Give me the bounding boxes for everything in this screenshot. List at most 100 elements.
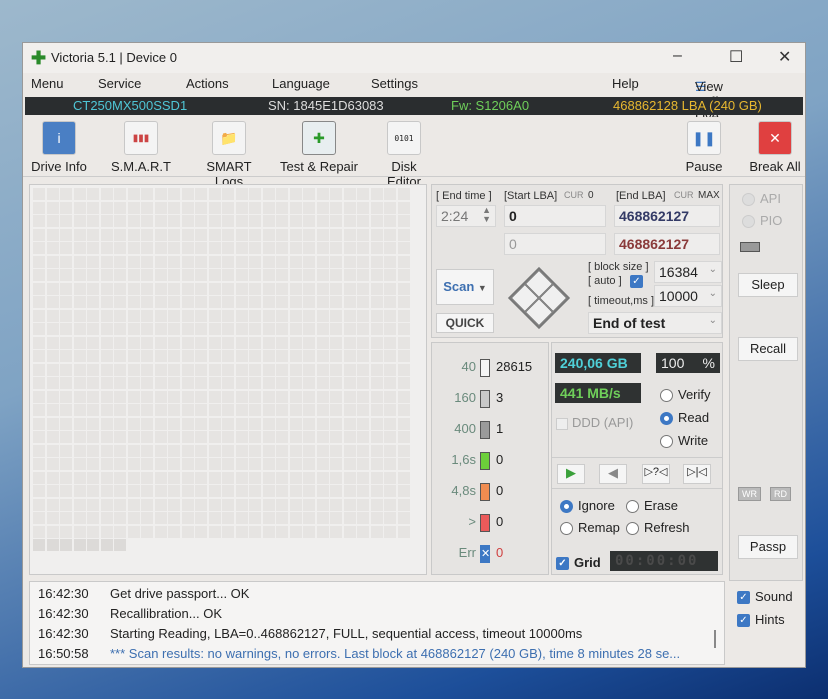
break-all-button[interactable]: ✕ Break All <box>747 121 803 174</box>
passport-button[interactable]: Passp <box>738 535 798 559</box>
log-scrollbar[interactable] <box>714 630 716 648</box>
side-panel: API PIO Sleep Recall WR RD Passp <box>729 184 803 581</box>
map-block <box>303 323 315 335</box>
map-block <box>195 336 207 349</box>
repair-erase-radio[interactable]: Erase <box>626 498 678 514</box>
end-max-button[interactable]: MAX <box>698 190 720 201</box>
map-block <box>343 296 356 308</box>
map-block <box>168 498 180 511</box>
sound-checkbox[interactable]: ✓ Sound <box>737 589 793 605</box>
map-block <box>208 498 221 511</box>
map-block <box>127 228 140 241</box>
end-lba-input[interactable]: 468862127 <box>614 205 720 227</box>
mode-read-radio[interactable]: Read <box>660 410 709 426</box>
smart-button[interactable]: ▮▮▮ S.M.A.R.T <box>109 121 173 174</box>
minimize-button[interactable]: – <box>673 47 682 65</box>
map-block <box>114 404 126 416</box>
repair-refresh-radio[interactable]: Refresh <box>626 520 690 536</box>
map-block <box>73 404 86 416</box>
map-block <box>289 269 302 281</box>
map-block <box>262 323 275 335</box>
recall-button[interactable]: Recall <box>738 337 798 361</box>
map-block <box>73 471 86 484</box>
map-block <box>87 350 99 362</box>
maximize-button[interactable]: ☐ <box>729 47 743 67</box>
disk-editor-button[interactable]: 0101 Disk Editor <box>373 121 435 189</box>
pio-radio[interactable]: PIO <box>742 213 782 229</box>
hints-checkbox[interactable]: ✓ Hints <box>737 612 785 628</box>
block-size-select[interactable]: 16384 ⌄ <box>654 261 722 283</box>
pause-button[interactable]: ❚❚ Pause <box>679 121 729 174</box>
mode-verify-radio[interactable]: Verify <box>660 387 711 403</box>
map-block <box>114 282 126 295</box>
map-block <box>195 512 207 524</box>
menu-settings[interactable]: Settings <box>371 76 418 91</box>
map-block <box>330 485 342 497</box>
menu-service[interactable]: Service <box>98 76 141 91</box>
legend-count: 3 <box>496 390 504 405</box>
map-block <box>343 350 356 362</box>
map-block <box>127 188 140 200</box>
scan-dropdown-button[interactable]: Scan ▼ <box>436 269 494 305</box>
menu-language[interactable]: Language <box>272 76 330 91</box>
ddd-api-checkbox[interactable]: DDD (API) <box>556 415 633 430</box>
map-block <box>222 296 234 308</box>
auto-checkbox[interactable]: ✓ <box>630 275 643 288</box>
menu-help[interactable]: Help <box>612 76 639 91</box>
speed-display: 441 MB/s <box>555 383 641 403</box>
map-block <box>397 377 410 389</box>
end-cur-button[interactable]: CUR <box>674 190 694 200</box>
map-block <box>289 228 302 241</box>
grid-checkbox[interactable]: ✓ Grid <box>556 555 601 571</box>
direction-pad[interactable] <box>506 265 572 331</box>
map-block <box>276 201 288 214</box>
start-cur-button[interactable]: CUR <box>564 190 584 200</box>
timeout-select[interactable]: 10000 ⌄ <box>654 285 722 307</box>
checkbox-checked-icon: ✓ <box>556 557 569 571</box>
repair-remap-radio[interactable]: Remap <box>560 520 620 536</box>
drive-info-button[interactable]: i Drive Info <box>29 121 89 174</box>
test-repair-button[interactable]: ✚ Test & Repair <box>279 121 359 174</box>
map-block <box>249 404 261 416</box>
random-seek-button[interactable]: ▷?◁ <box>642 464 670 484</box>
butterfly-button[interactable]: ▷|◁ <box>683 464 711 484</box>
map-block <box>60 390 72 403</box>
map-block <box>303 512 315 524</box>
map-block <box>60 485 72 497</box>
map-block <box>330 363 342 376</box>
map-block <box>384 458 396 470</box>
quick-button[interactable]: QUICK <box>436 313 494 333</box>
map-block <box>316 404 329 416</box>
end-time-spinner[interactable]: 2:24 ▲ ▼ <box>436 205 496 227</box>
block-size-value: 16384 <box>659 264 698 280</box>
menu-actions[interactable]: Actions <box>186 76 229 91</box>
mode-write-radio[interactable]: Write <box>660 433 708 449</box>
map-block <box>303 498 315 511</box>
close-button[interactable]: ✕ <box>778 47 791 67</box>
map-block <box>397 431 410 443</box>
map-block <box>384 404 396 416</box>
map-block <box>222 417 234 430</box>
map-block <box>222 255 234 268</box>
map-block <box>330 309 342 322</box>
api-radio[interactable]: API <box>742 191 781 207</box>
legend-row: 160 3 <box>432 390 552 410</box>
map-block <box>397 282 410 295</box>
repair-ignore-radio[interactable]: Ignore <box>560 498 615 514</box>
map-block <box>370 377 383 389</box>
map-block <box>60 363 72 376</box>
play-backward-button[interactable]: ◀ <box>599 464 627 484</box>
map-block <box>262 242 275 254</box>
map-block <box>181 471 194 484</box>
map-block <box>141 444 153 457</box>
sleep-button[interactable]: Sleep <box>738 273 798 297</box>
map-block <box>73 431 86 443</box>
start-lba-input[interactable]: 0 <box>504 205 606 227</box>
map-block <box>181 323 194 335</box>
smart-logs-button[interactable]: 📁 SMART Logs <box>191 121 267 189</box>
play-forward-button[interactable]: ▶ <box>557 464 585 484</box>
menu-menu[interactable]: Menu <box>31 76 64 91</box>
end-action-select[interactable]: End of test ⌄ <box>588 312 722 334</box>
block-size-label: [ block size ] <box>588 261 649 273</box>
start-lba-label: [Start LBA] <box>504 190 558 202</box>
